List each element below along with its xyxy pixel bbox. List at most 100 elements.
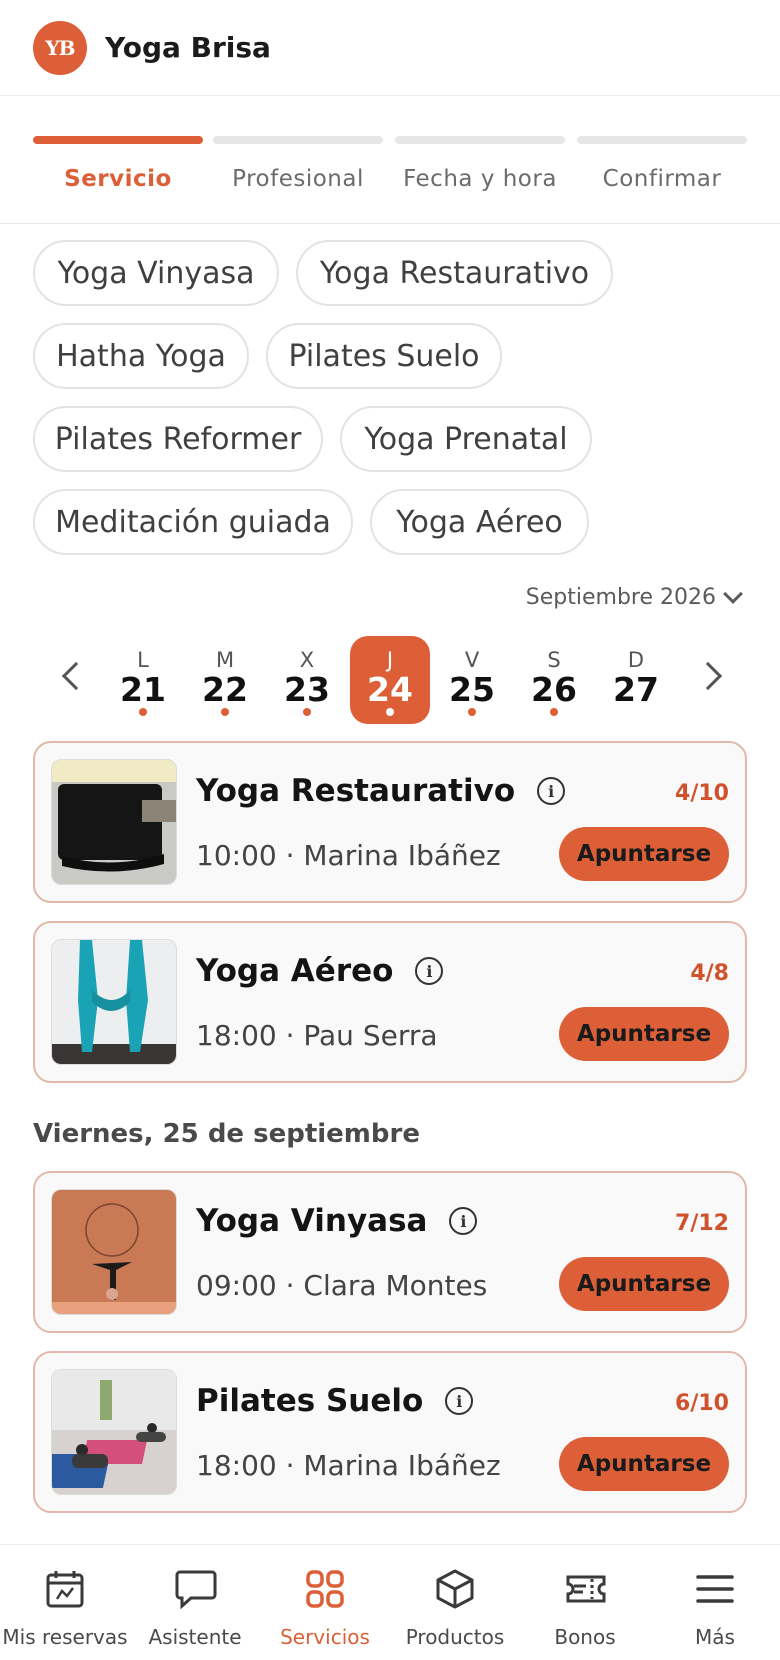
chip-yoga-vinyasa[interactable]: Yoga Vinyasa — [33, 240, 279, 306]
class-time-instructor: 18:00 · Pau Serra — [196, 1019, 438, 1052]
tab-mas[interactable]: Más — [650, 1545, 780, 1660]
class-name: Yoga Vinyasa i — [196, 1203, 478, 1239]
month-selector[interactable]: Septiembre 2026 — [525, 583, 743, 610]
class-title: Yoga Vinyasa — [196, 1203, 428, 1239]
class-name: Pilates Suelo i — [196, 1383, 474, 1419]
day-number: 27 — [613, 670, 659, 709]
day-23[interactable]: X 23 — [267, 636, 347, 724]
tab-label: Productos — [405, 1625, 505, 1649]
step-progress-bar — [577, 136, 747, 144]
day-letter: X — [299, 648, 315, 672]
day-section-heading: Viernes, 25 de septiembre — [33, 1119, 420, 1149]
availability-dot — [550, 708, 558, 716]
availability-dot — [139, 708, 147, 716]
day-letter: M — [215, 648, 235, 672]
class-card: Yoga Aéreo i 18:00 · Pau Serra 4/8 Apunt… — [33, 921, 747, 1083]
tab-label: Mis reservas — [2, 1625, 128, 1649]
day-letter: J — [386, 648, 394, 672]
chip-pilates-reformer[interactable]: Pilates Reformer — [33, 406, 323, 472]
chip-meditacion-guiada[interactable]: Meditación guiada — [33, 489, 353, 555]
chip-pilates-suelo[interactable]: Pilates Suelo — [266, 323, 502, 389]
brand-name: Yoga Brisa — [105, 31, 271, 64]
day-letter: V — [464, 648, 480, 672]
day-letter: S — [547, 648, 561, 672]
class-title: Yoga Restaurativo — [196, 773, 516, 809]
day-number: 23 — [284, 670, 330, 709]
month-label: Septiembre 2026 — [525, 585, 716, 610]
tab-servicios[interactable]: Servicios — [260, 1545, 390, 1660]
chip-yoga-prenatal[interactable]: Yoga Prenatal — [340, 406, 592, 472]
class-time-instructor: 09:00 · Clara Montes — [196, 1269, 488, 1302]
week-day-picker: L 21 M 22 X 23 J 24 V 25 S 26 D 27 — [0, 636, 780, 724]
day-27[interactable]: D 27 — [596, 636, 676, 724]
availability-dot — [303, 708, 311, 716]
day-number: 24 — [367, 670, 413, 709]
step-progress-bar — [395, 136, 565, 144]
app-header: YB Yoga Brisa — [0, 0, 780, 96]
tab-asistente[interactable]: Asistente — [130, 1545, 260, 1660]
info-icon[interactable]: i — [415, 957, 444, 985]
day-number: 22 — [202, 670, 248, 709]
chevron-right-icon[interactable] — [693, 661, 723, 691]
apuntarse-button[interactable]: Apuntarse — [559, 1257, 729, 1311]
day-number: 21 — [120, 670, 166, 709]
step-label: Fecha y hora — [403, 166, 557, 192]
capacity-count: 4/10 — [675, 781, 729, 806]
info-icon[interactable]: i — [449, 1207, 478, 1235]
apuntarse-button[interactable]: Apuntarse — [559, 1007, 729, 1061]
step-servicio[interactable]: Servicio — [33, 136, 203, 192]
booking-stepper: Servicio Profesional Fecha y hora Confir… — [0, 96, 780, 224]
chat-bubble-icon — [175, 1570, 217, 1609]
capacity-count: 7/12 — [675, 1211, 729, 1236]
tab-label: Bonos — [554, 1625, 616, 1649]
box-icon — [436, 1569, 474, 1609]
chevron-down-icon — [723, 583, 743, 604]
capacity-count: 4/8 — [690, 961, 729, 986]
step-progress-bar — [213, 136, 383, 144]
apuntarse-button[interactable]: Apuntarse — [559, 1437, 729, 1491]
apuntarse-button[interactable]: Apuntarse — [559, 827, 729, 881]
availability-dot — [468, 708, 476, 716]
class-time-instructor: 10:00 · Marina Ibáñez — [196, 839, 501, 872]
calendar-icon — [46, 1571, 84, 1608]
tab-label: Más — [695, 1625, 735, 1649]
tab-mis-reservas[interactable]: Mis reservas — [0, 1545, 130, 1660]
info-icon[interactable]: i — [537, 777, 566, 805]
tab-productos[interactable]: Productos — [390, 1545, 520, 1660]
class-name: Yoga Restaurativo i — [196, 773, 566, 809]
mat-class-photo — [51, 1369, 177, 1495]
day-25[interactable]: V 25 — [432, 636, 512, 724]
step-profesional[interactable]: Profesional — [213, 136, 383, 192]
info-icon[interactable]: i — [445, 1387, 474, 1415]
class-title: Pilates Suelo — [196, 1383, 424, 1419]
chip-hatha-yoga[interactable]: Hatha Yoga — [33, 323, 249, 389]
bottom-tab-bar: Mis reservas Asistente Servicios Product… — [0, 1544, 780, 1660]
day-letter: D — [627, 648, 645, 672]
availability-dot — [221, 708, 229, 716]
ticket-icon — [566, 1575, 606, 1603]
step-label: Profesional — [232, 166, 364, 192]
class-time-instructor: 18:00 · Marina Ibáñez — [196, 1449, 501, 1482]
day-number: 26 — [531, 670, 577, 709]
day-26[interactable]: S 26 — [514, 636, 594, 724]
day-22[interactable]: M 22 — [185, 636, 265, 724]
tab-label: Asistente — [148, 1625, 242, 1649]
menu-icon — [696, 1575, 734, 1603]
tab-bonos[interactable]: Bonos — [520, 1545, 650, 1660]
step-fecha-hora[interactable]: Fecha y hora — [395, 136, 565, 192]
day-24-selected[interactable]: J 24 — [350, 636, 430, 724]
aerial-silks-photo — [51, 939, 177, 1065]
chevron-left-icon[interactable] — [61, 661, 91, 691]
step-label: Servicio — [64, 166, 172, 192]
class-card: Yoga Vinyasa i 09:00 · Clara Montes 7/12… — [33, 1171, 747, 1333]
class-card: Yoga Restaurativo i 10:00 · Marina Ibáñe… — [33, 741, 747, 903]
day-21[interactable]: L 21 — [103, 636, 183, 724]
class-name: Yoga Aéreo i — [196, 953, 444, 989]
chip-yoga-restaurativo[interactable]: Yoga Restaurativo — [296, 240, 613, 306]
cushion-photo — [51, 759, 177, 885]
chip-yoga-aereo[interactable]: Yoga Aéreo — [370, 489, 589, 555]
step-confirmar[interactable]: Confirmar — [577, 136, 747, 192]
tab-label: Servicios — [280, 1625, 370, 1649]
brand-logo: YB — [33, 20, 87, 75]
capacity-count: 6/10 — [675, 1391, 729, 1416]
